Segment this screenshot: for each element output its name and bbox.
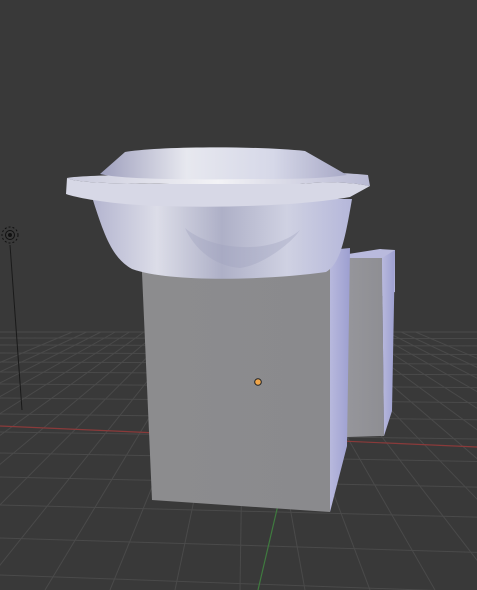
- grid-line: [0, 331, 102, 384]
- 3d-viewport[interactable]: [0, 0, 477, 590]
- grid-line: [0, 331, 116, 398]
- back-cabinet[interactable]: [342, 249, 395, 437]
- y-axis-line: [257, 504, 279, 590]
- origin-point: [254, 378, 262, 386]
- lamp-icon[interactable]: [1, 226, 19, 244]
- grid-line: [0, 574, 437, 590]
- scene-canvas[interactable]: [0, 0, 477, 590]
- grid-line: [0, 504, 477, 518]
- grid-line: [0, 331, 145, 437]
- main-cabinet[interactable]: [141, 248, 350, 512]
- sink-basin[interactable]: [66, 147, 370, 279]
- light-vertical-line: [9, 244, 23, 411]
